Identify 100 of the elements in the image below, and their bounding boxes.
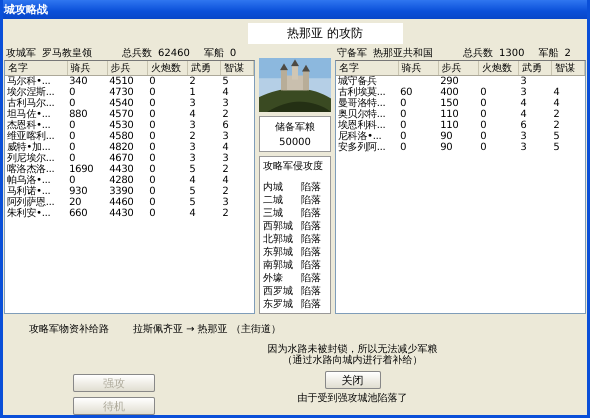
table-cell: 60 [400,87,412,98]
table-cell: 290 [440,76,458,87]
table-cell: 4 [553,98,560,109]
table-cell: 0 [149,120,156,131]
table-cell: 威特•加... [7,142,50,153]
table-cell: 0 [149,98,156,109]
column-header[interactable]: 武勇 [187,61,220,76]
table-cell: 0 [400,109,406,120]
supply-label: 攻略军物资补给路 [29,322,109,336]
table-cell: 4820 [109,142,134,153]
column-header[interactable]: 智谋 [551,61,584,76]
table-cell: 5 [189,186,196,197]
area-status: 陷落 [301,207,321,220]
table-cell: 0 [400,98,406,109]
area-status: 陷落 [301,285,321,298]
table-cell: 4280 [109,175,134,186]
table-cell: 0 [149,208,156,219]
table-cell: 0 [480,131,486,142]
table-cell: 0 [69,142,76,153]
table-cell: 0 [480,98,486,109]
table-cell: 埃尔涅斯... [7,87,54,98]
area-status: 陷落 [301,220,321,233]
table-cell: 4 [222,175,228,186]
column-header[interactable]: 骑兵 [67,61,108,76]
area-status: 陷落 [301,259,321,272]
table-cell: 3 [222,153,228,164]
area-status: 陷落 [301,181,321,194]
column-header[interactable]: 智谋 [220,61,254,76]
table-cell: 0 [149,153,156,164]
army-label: 攻城军 [6,46,36,60]
column-header[interactable]: 火炮数 [478,61,518,76]
column-header[interactable]: 骑兵 [398,61,438,76]
table-cell: 0 [149,109,156,120]
table-cell: 3 [189,142,196,153]
table-cell: 340 [69,76,88,87]
table-cell: 古利马尔... [7,98,54,109]
table-cell: 660 [69,208,88,219]
table-cell: 0 [69,175,76,186]
table-cell: 0 [480,109,486,120]
area-status: 陷落 [301,272,321,285]
column-header[interactable]: 火炮数 [147,61,188,76]
area-name: 东郭城 [263,246,293,259]
table-cell: 0 [69,153,76,164]
table-cell: 0 [149,164,156,175]
column-header[interactable]: 步兵 [107,61,148,76]
ships-count: 2 [564,48,571,58]
area-status: 陷落 [301,194,321,207]
table-cell: 城守备兵 [338,76,377,87]
table-cell: 110 [440,120,458,131]
area-name: 二城 [263,194,283,207]
table-cell: 4 [222,142,228,153]
battle-title: 热那亚 的攻防 [248,23,402,44]
window-title: 城攻略战 [4,2,48,17]
column-header[interactable]: 名字 [336,61,398,76]
table-cell: 2 [222,109,228,120]
status-message: 由于受到强攻城池陷落了 [298,393,408,404]
food-label: 储备军粮 [274,120,316,134]
area-name: 内城 [263,181,283,194]
table-cell: 20 [69,197,82,208]
ships-label: 军船 [538,47,558,60]
table-cell: 3390 [109,186,134,197]
table-cell: 0 [149,186,156,197]
area-status: 陷落 [301,233,321,246]
invasion-title: 攻略军侵攻度 [263,160,324,173]
table-cell: 古利埃莫... [338,87,386,98]
column-header[interactable]: 名字 [5,61,68,76]
area-name: 三城 [263,207,283,220]
ships-label: 军船 [204,47,224,60]
column-header[interactable]: 步兵 [438,61,478,76]
area-name: 北郭城 [263,233,293,246]
table-cell: 5 [553,131,560,142]
table-cell: 930 [69,186,88,197]
table-cell: 90 [440,142,452,153]
table-cell: 3 [520,76,526,87]
message-line: 因为水路未被封锁，所以无法减少军粮 [268,344,438,355]
table-cell: 阿列萨恩... [7,197,54,208]
table-cell: 3 [189,153,196,164]
table-cell: 坦马佐•... [7,109,50,120]
table-cell: 0 [149,87,156,98]
close-button[interactable]: 关闭 [324,371,380,389]
table-cell: 埃恩利科... [338,120,386,131]
table-cell: 4 [553,87,560,98]
area-status: 陷落 [301,298,321,311]
column-header[interactable]: 武勇 [518,61,552,76]
table-cell: 4 [520,109,526,120]
table-cell: 马尔科•... [7,76,50,87]
table-cell: 0 [149,142,156,153]
table-cell: 6 [222,120,228,131]
table-cell: 曼哥洛特... [338,98,386,109]
table-cell: 马利诺•... [7,186,50,197]
table-cell: 3 [520,142,526,153]
troops-label: 总兵数 [122,46,152,60]
table-cell: 杰恩科•... [7,120,50,131]
table-cell: 喀洛杰洛... [7,164,54,175]
table-cell: 4730 [109,87,134,98]
table-cell: 0 [69,98,76,109]
table-cell: 2 [189,76,196,87]
table-cell: 3 [520,87,526,98]
table-cell: 2 [222,208,228,219]
food-amount: 50000 [278,137,312,148]
